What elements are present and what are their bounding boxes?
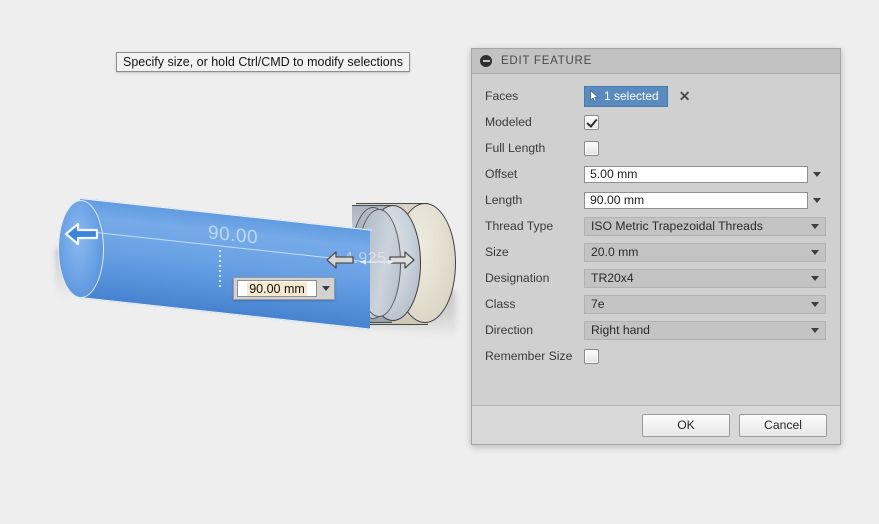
dimension-leader-line [219,250,221,288]
clear-selection-icon[interactable]: ✕ [679,89,691,103]
minus-circle-icon[interactable] [480,55,492,67]
full-length-checkbox[interactable] [584,140,599,156]
faces-selection-count: 1 selected [604,89,659,103]
row-offset: Offset 5.00 mm [472,161,840,187]
direction-value: Right hand [591,323,650,337]
label-length: Length [485,193,523,207]
chevron-down-icon [811,275,819,281]
chevron-down-icon [811,223,819,229]
canvas-dimension-dropdown[interactable] [317,278,334,299]
size-select[interactable]: 20.0 mm [584,242,826,262]
row-size: Size 20.0 mm [472,239,840,265]
status-prompt-tooltip: Specify size, or hold Ctrl/CMD to modify… [116,52,410,72]
designation-select[interactable]: TR20x4 [584,268,826,288]
cancel-button[interactable]: Cancel [739,413,827,437]
row-length: Length 90.00 mm [472,187,840,213]
chevron-down-icon [813,171,821,177]
modeled-checkbox[interactable] [584,114,599,130]
remember-size-checkbox[interactable] [584,348,599,364]
label-faces: Faces [485,89,519,103]
row-class: Class 7e [472,291,840,317]
cylinder-left-cap[interactable] [58,200,104,298]
row-faces: Faces 1 selected ✕ [472,83,840,109]
offset-arrow-left-icon[interactable] [325,249,355,271]
row-direction: Direction Right hand [472,317,840,343]
size-value: 20.0 mm [591,245,639,259]
thread-type-select[interactable]: ISO Metric Trapezoidal Threads [584,216,826,236]
canvas-dimension-value: 90.00 mm [247,281,307,296]
row-thread-type: Thread Type ISO Metric Trapezoidal Threa… [472,213,840,239]
dialog-body: Faces 1 selected ✕ Modeled Full Length O… [472,74,840,405]
thread-type-value: ISO Metric Trapezoidal Threads [591,219,763,233]
row-designation: Designation TR20x4 [472,265,840,291]
label-offset: Offset [485,167,518,181]
chevron-down-icon [811,301,819,307]
dialog-header[interactable]: EDIT FEATURE [472,49,840,74]
dialog-footer: OK Cancel [472,405,840,444]
class-select[interactable]: 7e [584,294,826,314]
inner-dimension-arrows-icon [360,259,394,265]
label-full-length: Full Length [485,141,546,155]
length-arrow-left-icon[interactable] [64,221,100,247]
chevron-down-icon [321,286,330,291]
label-remember-size: Remember Size [485,349,573,363]
cursor-arrow-icon [590,90,599,102]
chevron-down-icon [813,197,821,203]
designation-value: TR20x4 [591,271,634,285]
edit-feature-dialog[interactable]: EDIT FEATURE Faces 1 selected ✕ Modeled [471,48,841,445]
chevron-down-icon [811,249,819,255]
canvas-dimension-field[interactable]: 90.00 mm [237,280,317,297]
label-thread-type: Thread Type [485,219,554,233]
direction-select[interactable]: Right hand [584,320,826,340]
offset-dropdown-button[interactable] [808,171,826,177]
label-modeled: Modeled [485,115,532,129]
row-remember-size: Remember Size [472,343,840,369]
length-input[interactable]: 90.00 mm [584,191,808,209]
label-direction: Direction [485,323,534,337]
label-size: Size [485,245,509,259]
row-full-length: Full Length [472,135,840,161]
dialog-title: EDIT FEATURE [501,55,592,67]
canvas-dimension-input[interactable]: 90.00 mm [233,277,335,300]
length-dropdown-button[interactable] [808,197,826,203]
offset-input[interactable]: 5.00 mm [584,165,808,183]
row-modeled: Modeled [472,109,840,135]
faces-selection-chip[interactable]: 1 selected [584,85,668,107]
ok-button[interactable]: OK [642,413,730,437]
chevron-down-icon [811,327,819,333]
class-value: 7e [591,297,605,311]
label-designation: Designation [485,271,550,285]
label-class: Class [485,297,516,311]
